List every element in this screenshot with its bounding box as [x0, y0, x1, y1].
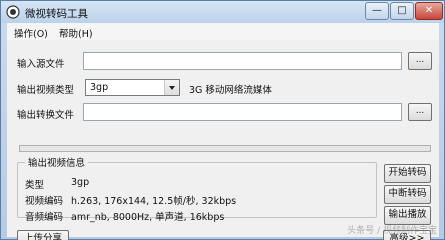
close-button[interactable]: ✕ [415, 2, 443, 20]
video-codec-label: 视频编码 [25, 196, 64, 207]
app-window: 微视转码工具 — □ ✕ 操作(O) 帮助(H) 输入源文件 ... 输出视频类… [0, 0, 445, 240]
watermark: 头条号 / 视频制作宝宝 [347, 226, 437, 236]
output-file-label: 输出转换文件 [17, 110, 75, 121]
audio-codec-label: 音频编码 [25, 212, 64, 223]
output-file-field[interactable] [83, 103, 402, 121]
progress-bar [19, 145, 431, 152]
menu-help[interactable]: 帮助(H) [59, 26, 93, 40]
window-title: 微视转码工具 [25, 8, 88, 20]
type-value: 3gp [71, 177, 90, 188]
stop-convert-button[interactable]: 中断转码 [384, 185, 431, 204]
record-icon [6, 5, 20, 19]
menu-operate[interactable]: 操作(O) [14, 26, 48, 40]
input-browse-button[interactable]: ... [408, 52, 432, 70]
start-convert-button[interactable]: 开始转码 [384, 164, 431, 183]
share-upload-button[interactable]: 上传分享 [17, 230, 69, 240]
output-browse-button[interactable]: ... [408, 103, 432, 121]
output-type-label: 输出视频类型 [17, 85, 75, 96]
output-type-description: 3G 移动网络流媒体 [189, 85, 272, 96]
chevron-down-icon[interactable] [164, 80, 179, 95]
input-file-field[interactable] [83, 52, 402, 70]
menu-bar: 操作(O) 帮助(H) [7, 23, 439, 40]
output-info-title: 输出视频信息 [25, 155, 89, 169]
output-type-select[interactable]: 3gp [85, 79, 180, 96]
minimize-button[interactable]: — [365, 2, 389, 20]
output-type-value: 3gp [90, 82, 109, 93]
type-label: 类型 [25, 180, 45, 191]
input-file-label: 输入源文件 [17, 59, 65, 70]
title-bar[interactable]: 微视转码工具 — □ ✕ [1, 1, 444, 23]
video-codec-value: h.263, 176x144, 12.5帧/秒, 32kbps [71, 196, 237, 207]
maximize-button[interactable]: □ [390, 2, 414, 20]
client-area: 操作(O) 帮助(H) 输入源文件 ... 输出视频类型 3gp 3G 移动网络… [7, 23, 439, 240]
audio-codec-value: amr_nb, 8000Hz, 单声道, 16kbps [71, 212, 225, 223]
